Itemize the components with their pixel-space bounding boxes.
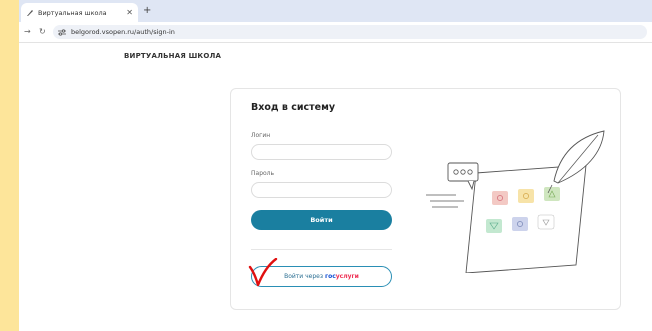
gosuslugi-prefix: Войти через	[284, 273, 325, 280]
login-card: Вход в систему Логин Пароль Войти Войти …	[230, 88, 621, 310]
password-label: Пароль	[251, 170, 275, 177]
login-label: Логин	[251, 132, 271, 139]
close-tab-icon[interactable]: ✕	[126, 8, 133, 17]
login-title: Вход в систему	[251, 102, 336, 113]
url-text: belgorod.vsopen.ru/auth/sign-in	[71, 28, 175, 36]
password-input[interactable]	[251, 182, 392, 198]
gosuslugi-logo-part-uslugi: услуги	[335, 273, 359, 280]
new-tab-button[interactable]: +	[143, 4, 151, 18]
form-divider	[251, 249, 392, 250]
gosuslugi-logo-part-gos: гос	[324, 273, 336, 280]
reload-icon[interactable]: ↻	[39, 26, 46, 38]
login-button[interactable]: Войти	[251, 210, 392, 230]
site-settings-icon[interactable]	[58, 28, 66, 36]
forward-icon[interactable]: →	[24, 26, 31, 38]
login-input[interactable]	[251, 144, 392, 160]
browser-window: Виртуальная школа ✕ + → ↻ belgorod.vsope…	[19, 0, 652, 331]
tab-strip: Виртуальная школа ✕ +	[19, 0, 652, 22]
login-illustration	[426, 130, 605, 273]
tab-title: Виртуальная школа	[38, 8, 107, 17]
site-logo-text[interactable]: ВИРТУАЛЬНАЯ ШКОЛА	[124, 52, 221, 60]
red-checkmark-annotation	[248, 258, 278, 287]
browser-toolbar: → ↻ belgorod.vsopen.ru/auth/sign-in	[19, 22, 652, 43]
address-bar[interactable]: belgorod.vsopen.ru/auth/sign-in	[53, 25, 647, 39]
site-favicon-icon	[26, 9, 34, 17]
browser-tab[interactable]: Виртуальная школа ✕	[21, 3, 138, 22]
